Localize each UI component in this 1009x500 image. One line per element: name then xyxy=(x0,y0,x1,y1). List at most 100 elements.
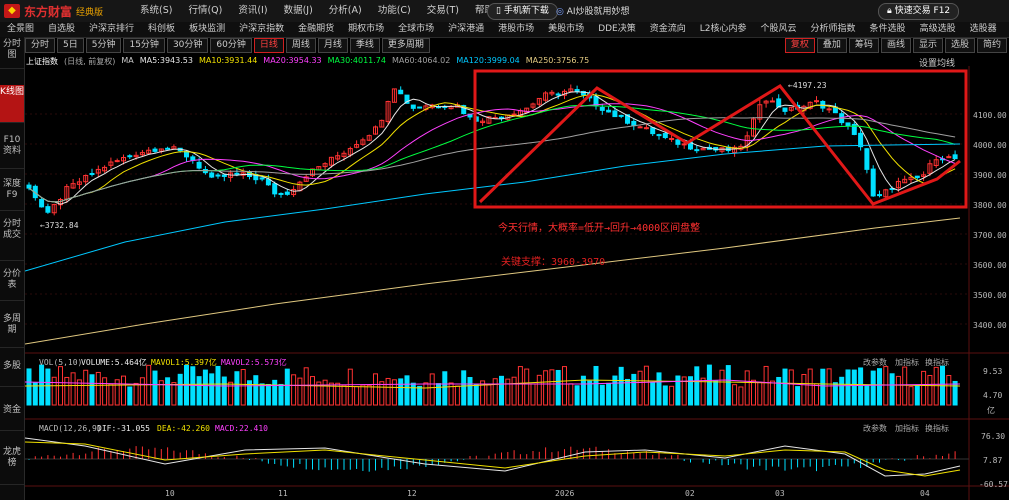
price-tick: 3900.00 xyxy=(973,171,1007,180)
nav-item-global[interactable]: 全球市场 xyxy=(391,22,441,37)
main-menu: 系统(S) 行情(Q) 资讯(I) 数据(J) 分析(A) 功能(C) 交易(T… xyxy=(132,4,517,18)
kline-chart[interactable]: 今天行情，大概率=低开→回升→4000区间盘整 关键支撑：3960-3970 ←… xyxy=(25,66,1009,500)
volume-bar xyxy=(902,366,908,406)
nav-item-advanced-select[interactable]: 高级选股 xyxy=(913,22,963,37)
nav-item-ranking[interactable]: 沪深京排行 xyxy=(82,22,141,37)
nav-item-futures[interactable]: 金融期货 xyxy=(291,22,341,37)
candle-body xyxy=(675,139,681,145)
candle-body xyxy=(259,177,265,180)
sidebar-tab-intraday[interactable]: 分时图 xyxy=(0,37,24,69)
nav-item-sector-monitor[interactable]: 板块监测 xyxy=(182,22,232,37)
period-monthly[interactable]: 月线 xyxy=(317,38,348,53)
period-15min[interactable]: 15分钟 xyxy=(123,38,165,53)
nav-item-more[interactable]: 机 xyxy=(1004,22,1009,37)
volume-bar xyxy=(763,365,769,406)
volume-bar xyxy=(801,373,807,406)
nav-item-connect[interactable]: 沪深港通 xyxy=(441,22,491,37)
sidebar-tab-funds[interactable]: 资金 xyxy=(0,403,24,431)
nav-item-panorama[interactable]: 全景图 xyxy=(0,22,41,37)
volume-bar xyxy=(461,370,467,406)
macd-change-params-button[interactable]: 改参数 xyxy=(863,423,887,433)
volume-bar xyxy=(776,376,782,406)
market-nav: 全景图 自选股 沪深京排行 科创板 板块监测 沪深京指数 金融期货 期权市场 全… xyxy=(0,22,1009,38)
period-60min[interactable]: 60分钟 xyxy=(210,38,252,53)
adjust-button[interactable]: 复权 xyxy=(784,38,815,53)
volume-bar xyxy=(517,366,523,406)
nav-item-screener[interactable]: 选股器 xyxy=(963,22,1004,37)
menu-analysis[interactable]: 分析(A) xyxy=(321,4,370,18)
period-intraday[interactable]: 分时 xyxy=(25,38,56,53)
volume-bar xyxy=(95,371,101,406)
candle-body xyxy=(858,132,864,148)
menu-news[interactable]: 资讯(I) xyxy=(230,4,275,18)
nav-item-analyst[interactable]: 分析师指数 xyxy=(804,22,863,37)
high-price-value: 4197.23 xyxy=(793,81,827,90)
simple-button[interactable]: 简约 xyxy=(976,38,1007,53)
quick-trade-button[interactable]: 🔒︎ 快速交易 F12 xyxy=(878,3,960,20)
vol-add-indicator-button[interactable]: 加指标 xyxy=(895,357,919,367)
volume-bar xyxy=(587,380,593,406)
mobile-download-button[interactable]: ▯ 手机新下载 xyxy=(487,3,558,20)
candle-body xyxy=(681,143,687,146)
macd-add-indicator-button[interactable]: 加指标 xyxy=(895,423,919,433)
volume-bar xyxy=(202,369,208,406)
sidebar-tab-price-table[interactable]: 分价表 xyxy=(0,267,24,301)
vol-swap-indicator-button[interactable]: 换指标 xyxy=(925,357,949,367)
nav-item-indexes[interactable]: 沪深京指数 xyxy=(232,22,291,37)
volume-bar xyxy=(196,376,202,406)
volume-bar xyxy=(543,370,549,406)
period-5day[interactable]: 5日 xyxy=(57,38,84,53)
volume-bar xyxy=(593,365,599,406)
sidebar-tab-kline[interactable]: K线图 xyxy=(0,85,24,123)
nav-item-options[interactable]: 期权市场 xyxy=(341,22,391,37)
menu-system[interactable]: 系统(S) xyxy=(132,4,180,18)
menu-data[interactable]: 数据(J) xyxy=(276,4,321,18)
phone-icon: ▯ xyxy=(496,6,501,16)
volume-bar xyxy=(51,376,57,406)
candle-body xyxy=(877,194,882,197)
sidebar-tab-multi-period[interactable]: 多周期 xyxy=(0,312,24,348)
macd-swap-indicator-button[interactable]: 换指标 xyxy=(925,423,949,433)
volume-bar xyxy=(769,380,775,406)
macd-axis-bottom: -60.57 xyxy=(979,480,1008,489)
nav-item-watchlist[interactable]: 自选股 xyxy=(41,22,82,37)
period-weekly[interactable]: 周线 xyxy=(285,38,316,53)
select-button[interactable]: 选股 xyxy=(944,38,975,53)
period-more[interactable]: 更多周期 xyxy=(381,38,430,53)
nav-item-star-market[interactable]: 科创板 xyxy=(141,22,182,37)
sidebar-tab-f9[interactable]: 深度F9 xyxy=(0,177,24,211)
ai-icon: ◎ xyxy=(556,7,564,17)
period-daily[interactable]: 日线 xyxy=(253,38,284,53)
menu-quotes[interactable]: 行情(Q) xyxy=(180,4,230,18)
candle-body xyxy=(612,110,618,118)
sidebar-tab-ticks[interactable]: 分时成交 xyxy=(0,217,24,261)
period-quarterly[interactable]: 季线 xyxy=(349,38,380,53)
nav-item-fund-flow[interactable]: 资金流向 xyxy=(643,22,693,37)
vol-change-params-button[interactable]: 改参数 xyxy=(863,357,887,367)
chips-button[interactable]: 筹码 xyxy=(848,38,879,53)
volume-bar xyxy=(45,368,51,406)
vol-axis-top: 9.53 xyxy=(983,367,1002,376)
nav-item-stock-risk[interactable]: 个股风云 xyxy=(754,22,804,37)
volume-bar xyxy=(360,384,366,406)
period-5min[interactable]: 5分钟 xyxy=(85,38,122,53)
sidebar-tab-multi-stock[interactable]: 多股 xyxy=(0,359,24,387)
sidebar-tab-dragon-tiger[interactable]: 龙虎榜 xyxy=(0,445,24,485)
nav-item-condition-select[interactable]: 条件选股 xyxy=(863,22,913,37)
nav-item-hk[interactable]: 港股市场 xyxy=(491,22,541,37)
display-button[interactable]: 显示 xyxy=(912,38,943,53)
nav-item-l2[interactable]: L2核心内参 xyxy=(693,22,754,37)
menu-trade[interactable]: 交易(T) xyxy=(419,4,467,18)
vol-ma2: MAVOL2:5.573亿 xyxy=(221,357,287,367)
volume-bar xyxy=(398,378,404,406)
nav-item-dde[interactable]: DDE决策 xyxy=(591,22,643,37)
candle-body xyxy=(599,106,605,111)
draw-button[interactable]: 画线 xyxy=(880,38,911,53)
overlay-button[interactable]: 叠加 xyxy=(816,38,847,53)
volume-bar xyxy=(568,383,574,406)
nav-item-us[interactable]: 美股市场 xyxy=(541,22,591,37)
ai-button[interactable]: ◎ AI炒股就用妙想 xyxy=(556,4,630,17)
period-30min[interactable]: 30分钟 xyxy=(166,38,209,53)
menu-functions[interactable]: 功能(C) xyxy=(370,4,419,18)
sidebar-tab-f10[interactable]: F10资料 xyxy=(0,133,24,169)
